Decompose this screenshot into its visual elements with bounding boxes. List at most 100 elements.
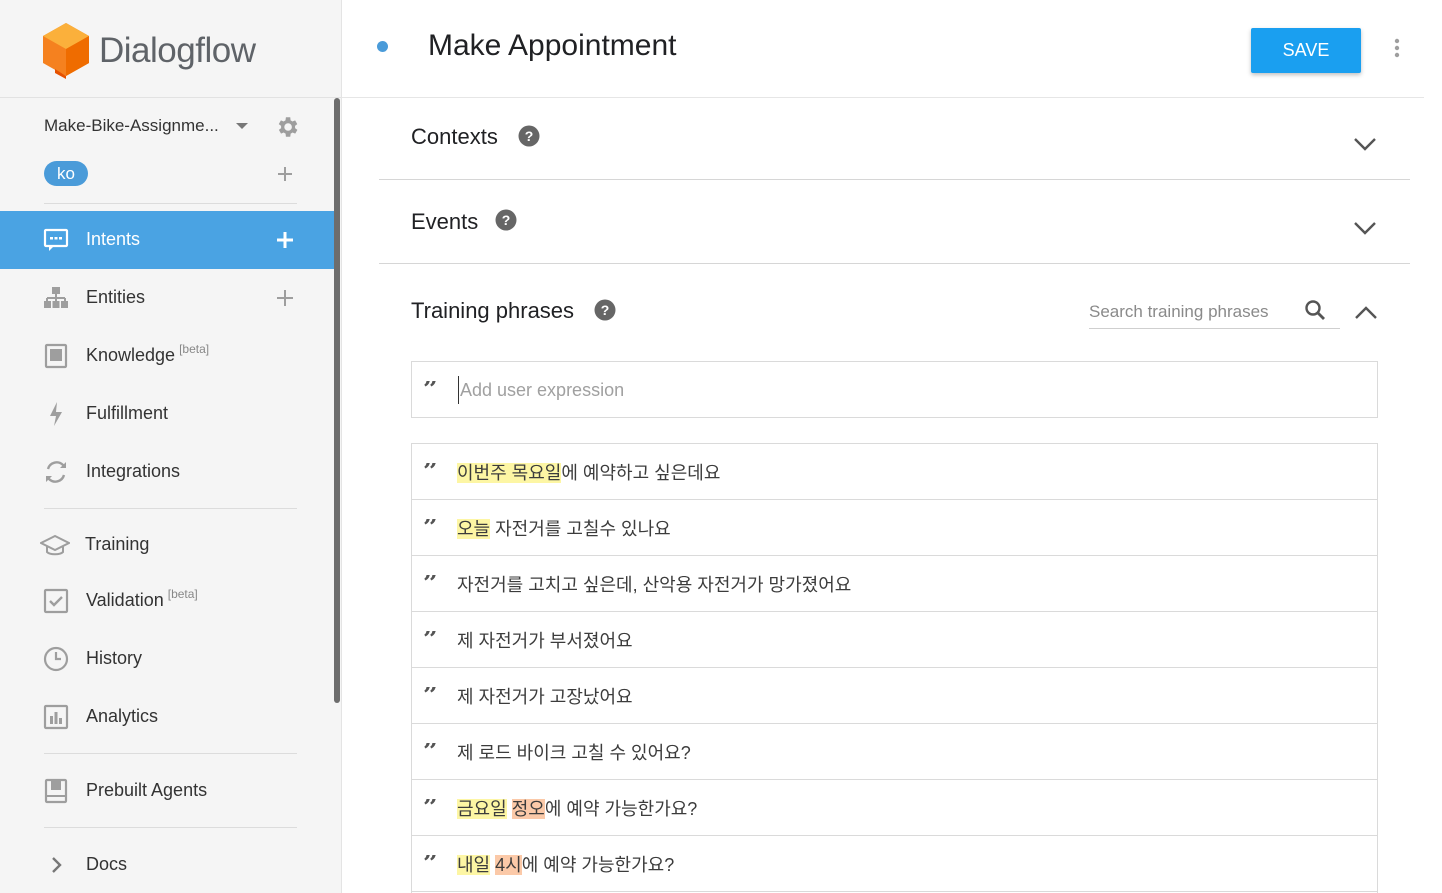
phrase-segment: 제 자전거가 고장났어요	[457, 687, 633, 707]
svg-text:”: ”	[423, 631, 438, 647]
quote-icon: ”	[423, 799, 438, 815]
chevron-down-icon[interactable]	[1353, 136, 1377, 152]
add-entity-icon[interactable]	[276, 289, 294, 307]
svg-text:?: ?	[601, 302, 610, 318]
phrase-segment: 제 자전거가 부서졌어요	[457, 631, 633, 651]
sidebar-item-label: Analytics	[86, 706, 159, 726]
svg-text:”: ”	[423, 687, 438, 703]
training-phrase-row[interactable]: ” 제 로드 바이크 고칠 수 있어요?	[412, 724, 1377, 780]
training-phrase-row[interactable]: ” 자전거를 고치고 싶은데, 산악용 자전거가 망가졌어요	[412, 556, 1377, 612]
knowledge-label: Knowledge	[86, 345, 176, 365]
sidebar-item-label: Knowledge [beta]	[86, 342, 209, 366]
validation-label: Validation	[86, 590, 164, 610]
chevron-down-icon[interactable]	[1353, 220, 1377, 236]
sidebar-item-label: Integrations	[86, 461, 181, 481]
brand-header: Dialogflow	[0, 0, 341, 98]
caret-down-icon[interactable]	[236, 123, 248, 129]
sidebar-scrollbar[interactable]	[334, 98, 340, 703]
sidebar-divider	[44, 753, 297, 754]
chevron-right-icon	[52, 857, 62, 873]
annotated-entity[interactable]: 오늘	[457, 519, 491, 539]
help-icon[interactable]: ?	[594, 299, 616, 321]
contexts-section[interactable]: Contexts ?	[379, 98, 1410, 180]
intent-title[interactable]: Make Appointment	[428, 29, 676, 63]
training-phrase-row[interactable]: ” 오늘 자전거를 고칠수 있나요	[412, 500, 1377, 556]
entities-hierarchy-icon	[44, 287, 68, 308]
language-badge[interactable]: ko	[44, 161, 88, 186]
annotated-entity[interactable]: 4시	[495, 855, 522, 875]
training-phrases-title: Training phrases	[411, 298, 575, 323]
annotated-entity[interactable]: 금요일	[457, 799, 507, 819]
intents-chat-icon	[43, 228, 69, 251]
chevron-up-icon[interactable]	[1354, 305, 1378, 321]
add-language-icon[interactable]	[276, 165, 294, 183]
sidebar-item-label: Intents	[86, 229, 141, 249]
sidebar-item-prebuilt-agents[interactable]: Prebuilt Agents	[0, 762, 335, 820]
add-intent-icon[interactable]	[276, 231, 294, 249]
search-input[interactable]	[1089, 298, 1289, 326]
training-phrase-list: ” 이번주 목요일에 예약하고 싶은데요 ” 오늘 자전거를 고칠수 있나요 ” 자전거를…	[411, 443, 1378, 893]
prebuilt-agents-icon	[44, 778, 68, 804]
agent-name[interactable]: Make-Bike-Assignme...	[44, 116, 219, 136]
sidebar-item-label: Training	[85, 534, 150, 554]
phrase-segment: 에 예약 가능한가요?	[544, 799, 698, 819]
phrase-segment: 제 로드 바이크 고칠 수 있어요?	[457, 743, 691, 763]
sidebar-item-intents[interactable]: Intents	[0, 211, 335, 269]
help-icon[interactable]: ?	[518, 125, 540, 147]
sidebar-item-history[interactable]: History	[0, 630, 335, 688]
sidebar-item-docs[interactable]: Docs	[0, 836, 335, 893]
add-user-expression[interactable]: ”	[411, 361, 1378, 418]
training-phrase-row[interactable]: ” 제 자전거가 부서졌어요	[412, 612, 1377, 668]
lightning-bolt-icon	[50, 402, 62, 426]
training-phrase-row[interactable]: ” 내일 4시에 예약 가능한가요?	[412, 836, 1377, 892]
training-phrase-text[interactable]: 제 자전거가 고장났어요	[457, 683, 633, 709]
more-vert-icon[interactable]	[1392, 36, 1402, 60]
quote-icon: ”	[423, 381, 438, 397]
search-icon[interactable]	[1303, 298, 1327, 322]
gear-icon[interactable]	[274, 114, 300, 140]
quote-icon: ”	[423, 463, 438, 479]
training-phrase-text[interactable]: 오늘 자전거를 고칠수 있나요	[457, 515, 671, 541]
training-phrase-text[interactable]: 이번주 목요일에 예약하고 싶은데요	[457, 459, 720, 485]
svg-text:?: ?	[502, 212, 511, 228]
search-training-phrases[interactable]	[1089, 296, 1340, 329]
agent-selector[interactable]: Make-Bike-Assignme...	[44, 112, 304, 140]
add-expression-input[interactable]	[458, 376, 1338, 404]
events-section[interactable]: Events ?	[379, 180, 1410, 264]
quote-icon: ”	[423, 631, 438, 647]
annotated-entity[interactable]: 정오	[511, 799, 545, 819]
quote-icon: ”	[423, 575, 438, 591]
help-icon[interactable]: ?	[495, 209, 517, 231]
training-phrase-text[interactable]: 제 자전거가 부서졌어요	[457, 627, 633, 653]
sidebar-item-fulfillment[interactable]: Fulfillment	[0, 385, 335, 443]
training-phrase-row[interactable]: ” 금요일 정오에 예약 가능한가요?	[412, 780, 1377, 836]
status-dot	[377, 41, 388, 52]
sidebar-divider	[44, 827, 297, 828]
annotated-entity[interactable]: 내일	[457, 855, 491, 875]
training-phrase-text[interactable]: 내일 4시에 예약 가능한가요?	[457, 851, 674, 877]
sidebar-item-training[interactable]: Training	[0, 516, 335, 574]
quote-icon: ”	[423, 743, 438, 759]
sidebar-item-analytics[interactable]: Analytics	[0, 688, 335, 746]
beta-badge: [beta]	[167, 587, 198, 601]
sidebar-item-label: History	[86, 648, 143, 668]
sidebar-item-entities[interactable]: Entities	[0, 269, 335, 327]
training-phrase-row[interactable]: ” 제 자전거가 고장났어요	[412, 668, 1377, 724]
svg-text:”: ”	[423, 855, 438, 871]
training-phrase-text[interactable]: 금요일 정오에 예약 가능한가요?	[457, 795, 697, 821]
sidebar: Dialogflow Make-Bike-Assignme... ko Inte…	[0, 0, 342, 893]
training-phrase-text[interactable]: 제 로드 바이크 고칠 수 있어요?	[457, 739, 691, 765]
sidebar-item-validation[interactable]: Validation [beta]	[0, 572, 335, 630]
intent-header: Make Appointment SAVE	[342, 0, 1424, 98]
phrase-segment	[507, 799, 512, 819]
quote-icon: ”	[423, 519, 438, 535]
save-button[interactable]: SAVE	[1251, 28, 1361, 73]
sidebar-item-knowledge[interactable]: Knowledge [beta]	[0, 327, 335, 385]
annotated-entity[interactable]: 이번주 목요일	[457, 463, 562, 483]
training-phrase-row[interactable]: ” 이번주 목요일에 예약하고 싶은데요	[412, 444, 1377, 500]
book-icon	[44, 343, 68, 369]
training-phrase-text[interactable]: 자전거를 고치고 싶은데, 산악용 자전거가 망가졌어요	[457, 571, 851, 597]
sidebar-item-integrations[interactable]: Integrations	[0, 443, 335, 501]
svg-text:”: ”	[423, 381, 438, 397]
sidebar-item-label: Docs	[86, 854, 128, 874]
